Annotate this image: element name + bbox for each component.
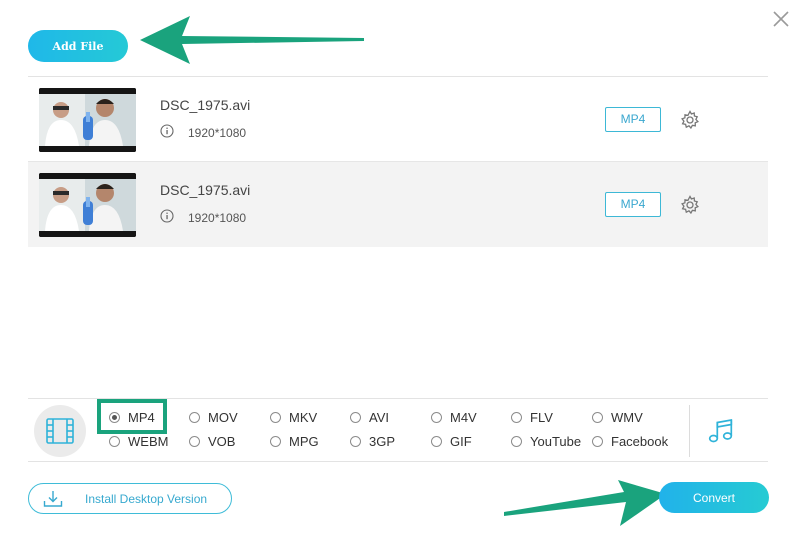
format-option-mpg[interactable]: MPG — [270, 433, 319, 449]
add-file-button[interactable]: Add File — [28, 30, 128, 62]
music-note-icon[interactable] — [706, 417, 734, 445]
install-desktop-button[interactable]: Install Desktop Version — [28, 483, 232, 514]
format-label: Facebook — [611, 433, 669, 449]
file-name: DSC_1975.avi — [160, 182, 251, 198]
radio-button[interactable] — [350, 435, 361, 447]
file-name: DSC_1975.avi — [160, 97, 251, 113]
format-option-gif[interactable]: GIF — [431, 433, 472, 449]
format-option-flv[interactable]: FLV — [511, 409, 553, 425]
radio-button[interactable] — [109, 411, 120, 423]
radio-button[interactable] — [431, 435, 442, 447]
vertical-divider — [689, 405, 690, 457]
format-option-webm[interactable]: WEBM — [109, 433, 168, 449]
video-thumbnail — [39, 173, 136, 237]
radio-button[interactable] — [511, 411, 522, 423]
gear-icon[interactable] — [680, 110, 700, 130]
format-option-wmv[interactable]: WMV — [592, 409, 643, 425]
download-icon — [43, 491, 63, 507]
format-option-facebook[interactable]: Facebook — [592, 433, 668, 449]
file-row: DSC_1975.avi 1920*1080 MP4 — [28, 77, 768, 162]
video-thumbnail — [39, 88, 136, 152]
format-option-mkv[interactable]: MKV — [270, 409, 317, 425]
file-row: DSC_1975.avi 1920*1080 MP4 — [28, 162, 768, 247]
radio-button[interactable] — [270, 411, 281, 423]
convert-button[interactable]: Convert — [659, 482, 769, 513]
format-label: 3GP — [369, 433, 396, 449]
format-label: WEBM — [128, 433, 169, 449]
output-format-button[interactable]: MP4 — [605, 107, 661, 132]
format-option-3gp[interactable]: 3GP — [350, 433, 395, 449]
radio-button[interactable] — [431, 411, 442, 423]
format-label: MPG — [289, 433, 319, 449]
format-option-mov[interactable]: MOV — [189, 409, 238, 425]
format-option-vob[interactable]: VOB — [189, 433, 235, 449]
format-label: GIF — [450, 433, 472, 449]
install-desktop-label: Install Desktop Version — [85, 492, 208, 506]
close-icon — [773, 11, 789, 27]
info-icon[interactable] — [160, 209, 174, 223]
format-label: FLV — [530, 409, 553, 425]
format-label: MKV — [289, 409, 318, 425]
format-label: MP4 — [128, 409, 155, 425]
radio-button[interactable] — [511, 435, 522, 447]
file-resolution: 1920*1080 — [188, 126, 247, 140]
format-panel: MP4 MOV MKV AVI M4V FLV WMV WEBM VOB MPG… — [28, 398, 768, 462]
output-format-button[interactable]: MP4 — [605, 192, 661, 217]
close-button[interactable] — [770, 8, 792, 30]
info-icon[interactable] — [160, 124, 174, 138]
format-label: AVI — [369, 409, 389, 425]
video-format-tab[interactable] — [34, 405, 86, 457]
radio-button[interactable] — [592, 435, 603, 447]
annotation-arrow-convert — [504, 480, 666, 526]
radio-button[interactable] — [189, 411, 200, 423]
format-label: VOB — [208, 433, 236, 449]
format-label: YouTube — [530, 433, 582, 449]
radio-button[interactable] — [109, 435, 120, 447]
format-option-avi[interactable]: AVI — [350, 409, 389, 425]
film-icon — [46, 418, 74, 444]
format-label: M4V — [450, 409, 477, 425]
format-option-m4v[interactable]: M4V — [431, 409, 477, 425]
format-option-mp4[interactable]: MP4 — [109, 409, 155, 425]
radio-button[interactable] — [270, 435, 281, 447]
file-resolution: 1920*1080 — [188, 211, 247, 225]
format-label: WMV — [611, 409, 643, 425]
radio-button[interactable] — [592, 411, 603, 423]
format-option-youtube[interactable]: YouTube — [511, 433, 581, 449]
gear-icon[interactable] — [680, 195, 700, 215]
format-label: MOV — [208, 409, 238, 425]
radio-button[interactable] — [350, 411, 361, 423]
radio-button[interactable] — [189, 435, 200, 447]
file-list: DSC_1975.avi 1920*1080 MP4 DSC_1975.avi … — [28, 77, 768, 247]
annotation-arrow-add-file — [140, 16, 364, 64]
